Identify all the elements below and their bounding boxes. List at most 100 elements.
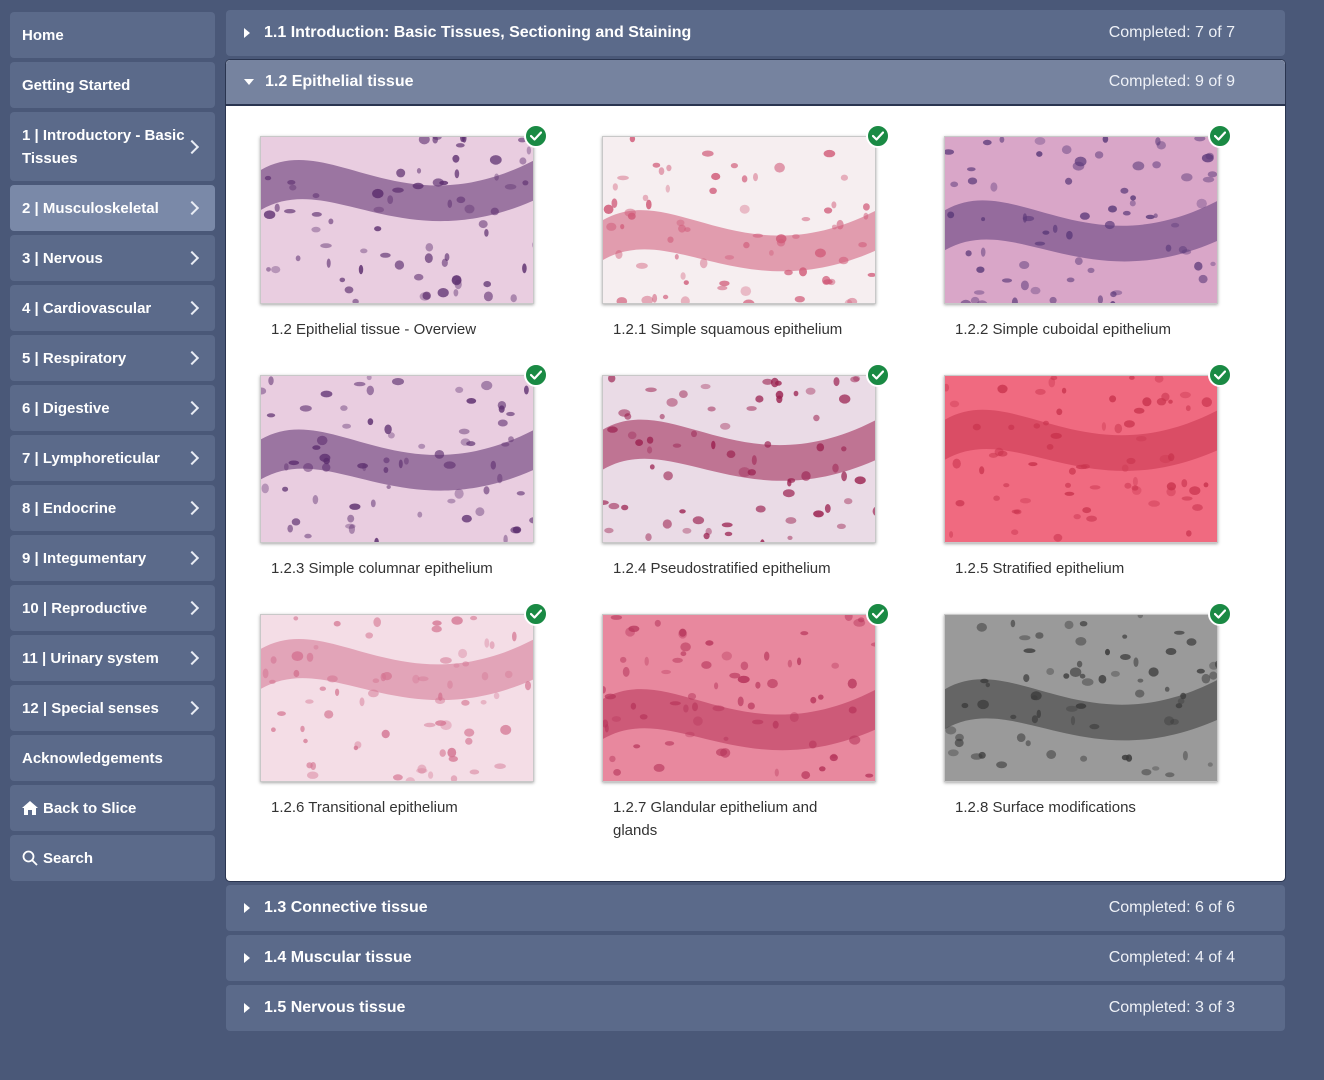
lesson-card[interactable]: 1.2.5 Stratified epithelium <box>944 363 1285 614</box>
slide-thumbnail[interactable] <box>944 614 1218 782</box>
nav-back-to-slice[interactable]: Back to Slice <box>10 785 215 831</box>
section-title: 1.5 Nervous tissue <box>264 999 406 1016</box>
slide-thumbnail[interactable] <box>602 614 876 782</box>
lesson-card[interactable]: 1.2.7 Glandular epithelium and glands <box>602 602 944 853</box>
slide-thumbnail[interactable] <box>944 375 1218 543</box>
section-1-1-header[interactable]: 1.1 Introduction: Basic Tissues, Section… <box>226 10 1285 56</box>
completed-check-icon <box>524 363 548 387</box>
chevron-right-icon <box>184 400 200 416</box>
completed-check-icon <box>524 124 548 148</box>
lesson-card[interactable]: 1.2.2 Simple cuboidal epithelium <box>944 124 1285 375</box>
nav-cardiovascular[interactable]: 4 | Cardiovascular <box>10 285 215 331</box>
nav-urinary-label: 11 | Urinary system <box>22 649 159 667</box>
completed-check-icon <box>1208 602 1232 626</box>
nav-reproductive-label: 10 | Reproductive <box>22 599 148 617</box>
tissue-image <box>945 137 1217 303</box>
tissue-image <box>945 615 1217 778</box>
section-title: 1.1 Introduction: Basic Tissues, Section… <box>264 24 692 41</box>
section-1-4-header[interactable]: 1.4 Muscular tissue Completed: 4 of 4 <box>226 935 1285 981</box>
nav-lymphoreticular-label: 7 | Lymphoreticular <box>22 449 160 467</box>
lesson-title[interactable]: 1.2.1 Simple squamous epithelium <box>613 318 863 341</box>
chevron-right-icon <box>184 350 200 366</box>
nav-cardiovascular-label: 4 | Cardiovascular <box>22 299 152 317</box>
lesson-title[interactable]: 1.2 Epithelial tissue - Overview <box>271 318 521 341</box>
slide-thumbnail[interactable] <box>260 375 534 543</box>
lesson-card[interactable]: 1.2.1 Simple squamous epithelium <box>602 124 944 375</box>
nav-endocrine-label: 8 | Endocrine <box>22 499 117 517</box>
nav-digestive-label: 6 | Digestive <box>22 399 110 417</box>
section-completed: Completed: 7 of 7 <box>1108 24 1235 41</box>
tissue-image <box>261 376 533 542</box>
nav-reproductive[interactable]: 10 | Reproductive <box>10 585 215 631</box>
slide-thumbnail[interactable] <box>602 136 876 304</box>
lesson-title[interactable]: 1.2.8 Surface modifications <box>955 796 1205 819</box>
nav-special-senses-label: 12 | Special senses <box>22 699 159 717</box>
nav-respiratory[interactable]: 5 | Respiratory <box>10 335 215 381</box>
caret-right-icon <box>244 903 250 913</box>
nav-getting-started-label: Getting Started <box>22 76 131 94</box>
section-1-2-header[interactable]: 1.2 Epithelial tissue Completed: 9 of 9 <box>226 60 1285 106</box>
nav-respiratory-label: 5 | Respiratory <box>22 349 127 367</box>
slide-thumbnail[interactable] <box>602 375 876 543</box>
nav-musculoskeletal[interactable]: 2 | Musculoskeletal <box>10 185 215 231</box>
tissue-image <box>603 137 875 303</box>
nav-acknowledgements[interactable]: Acknowledgements <box>10 735 215 781</box>
completed-check-icon <box>866 124 890 148</box>
completed-check-icon <box>866 363 890 387</box>
slide-thumbnail[interactable] <box>260 614 534 782</box>
chevron-right-icon <box>184 139 200 154</box>
tissue-image <box>603 376 875 542</box>
nav-musculoskeletal-label: 2 | Musculoskeletal <box>22 199 159 217</box>
tissue-image <box>603 615 875 780</box>
lesson-card[interactable]: 1.2.3 Simple columnar epithelium <box>260 363 602 614</box>
search-icon <box>22 850 38 866</box>
caret-down-icon <box>244 79 254 85</box>
lesson-card[interactable]: 1.2.8 Surface modifications <box>944 602 1285 853</box>
tissue-image <box>261 615 533 781</box>
nav-integumentary-label: 9 | Integumentary <box>22 549 147 567</box>
nav-home-label: Home <box>22 26 64 44</box>
lesson-title[interactable]: 1.2.3 Simple columnar epithelium <box>271 557 521 580</box>
nav-endocrine[interactable]: 8 | Endocrine <box>10 485 215 531</box>
completed-check-icon <box>1208 124 1232 148</box>
lesson-card[interactable]: 1.2.6 Transitional epithelium <box>260 602 602 853</box>
chevron-right-icon <box>184 250 200 266</box>
nav-urinary[interactable]: 11 | Urinary system <box>10 635 215 681</box>
completed-check-icon <box>866 602 890 626</box>
slide-thumbnail[interactable] <box>260 136 534 304</box>
lesson-title[interactable]: 1.2.7 Glandular epithelium and glands <box>613 796 863 842</box>
lesson-title[interactable]: 1.2.2 Simple cuboidal epithelium <box>955 318 1205 341</box>
nav-home[interactable]: Home <box>10 12 215 58</box>
completed-check-icon <box>524 602 548 626</box>
nav-special-senses[interactable]: 12 | Special senses <box>10 685 215 731</box>
sidebar-nav: Home Getting Started 1 | Introductory - … <box>10 12 215 885</box>
lesson-title[interactable]: 1.2.5 Stratified epithelium <box>955 557 1205 580</box>
nav-integumentary[interactable]: 9 | Integumentary <box>10 535 215 581</box>
module-content: 1.1 Introduction: Basic Tissues, Section… <box>226 10 1285 1031</box>
nav-lymphoreticular[interactable]: 7 | Lymphoreticular <box>10 435 215 481</box>
tissue-image <box>261 137 533 303</box>
chevron-right-icon <box>184 550 200 566</box>
slide-thumbnail[interactable] <box>944 136 1218 304</box>
nav-search[interactable]: Search <box>10 835 215 881</box>
completed-check-icon <box>1208 363 1232 387</box>
chevron-right-icon <box>184 600 200 616</box>
nav-nervous[interactable]: 3 | Nervous <box>10 235 215 281</box>
nav-basic-tissues[interactable]: 1 | Introductory - Basic Tissues <box>10 112 215 181</box>
chevron-right-icon <box>184 300 200 316</box>
section-title: 1.2 Epithelial tissue <box>265 73 414 90</box>
lesson-card[interactable]: 1.2.4 Pseudostratified epithelium <box>602 363 944 614</box>
nav-digestive[interactable]: 6 | Digestive <box>10 385 215 431</box>
section-1-2-panel: 1.2 Epithelial tissue Completed: 9 of 9 … <box>226 60 1285 881</box>
section-completed: Completed: 9 of 9 <box>1108 73 1235 90</box>
section-completed: Completed: 4 of 4 <box>1108 949 1235 966</box>
lesson-title[interactable]: 1.2.6 Transitional epithelium <box>271 796 521 819</box>
nav-basic-tissues-label: 1 | Introductory - Basic Tissues <box>22 126 185 167</box>
lesson-title[interactable]: 1.2.4 Pseudostratified epithelium <box>613 557 863 580</box>
section-1-3-header[interactable]: 1.3 Connective tissue Completed: 6 of 6 <box>226 885 1285 931</box>
lesson-card[interactable]: 1.2 Epithelial tissue - Overview <box>260 124 602 375</box>
nav-getting-started[interactable]: Getting Started <box>10 62 215 108</box>
caret-right-icon <box>244 953 250 963</box>
section-1-5-header[interactable]: 1.5 Nervous tissue Completed: 3 of 3 <box>226 985 1285 1031</box>
chevron-right-icon <box>184 450 200 466</box>
